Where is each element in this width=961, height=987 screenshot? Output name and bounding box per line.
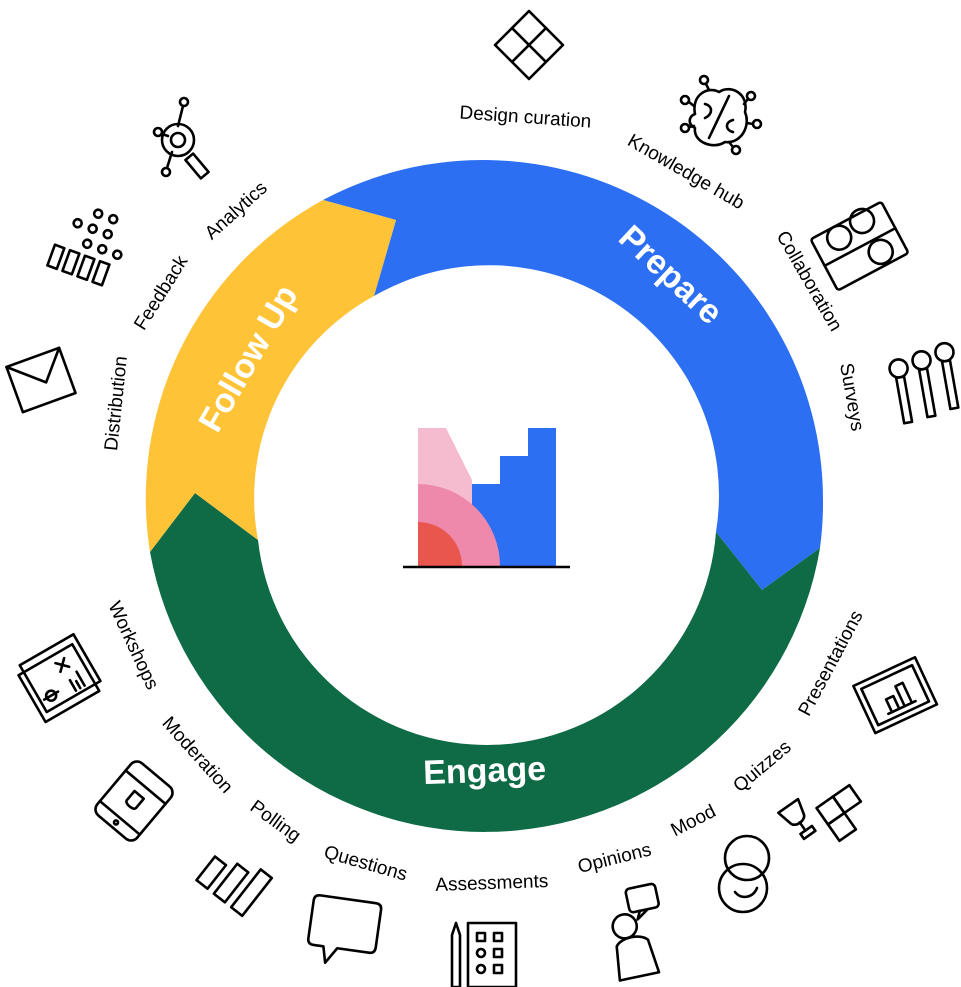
grid-squares-icon: [493, 9, 565, 81]
prepare-segment: [323, 159, 824, 591]
presentation-board-icon: [852, 655, 939, 735]
cycle-diagram: Prepare Engage Follow Up Design curation…: [5, 9, 960, 987]
brain-icon: [679, 74, 763, 156]
checklist-pen-icon: [450, 921, 518, 987]
speech-bubble-icon: [306, 893, 383, 965]
engage-label: Engage: [423, 750, 547, 792]
face-icon: [717, 834, 771, 914]
label-analytics: Analytics: [201, 178, 272, 244]
label-opinions: Opinions: [576, 839, 654, 878]
label-design-curation: Design curation: [459, 102, 592, 132]
label-quizzes: Quizzes: [729, 737, 795, 797]
envelope-icon: [5, 346, 77, 414]
label-surveys: Surveys: [835, 361, 868, 432]
label-polling: Polling: [246, 796, 304, 847]
label-mood: Mood: [668, 801, 720, 841]
people-group-icon: [810, 201, 909, 291]
person-speech-icon: [611, 882, 661, 982]
label-collaboration: Collaboration: [772, 228, 846, 335]
analytics-magnifier-icon: [152, 96, 210, 180]
label-feedback: Feedback: [130, 252, 192, 334]
label-distribution: Distribution: [101, 355, 132, 452]
label-presentations: Presentations: [795, 607, 868, 719]
label-workshops: Workshops: [103, 598, 162, 693]
dots-bars-icon: [46, 208, 123, 287]
follow-up-segment: [145, 200, 396, 552]
trophy-puzzle-icon: [777, 783, 863, 843]
label-questions: Questions: [322, 842, 410, 886]
bar-chart-icon: [195, 855, 274, 918]
label-assessments: Assessments: [435, 871, 549, 896]
whiteboard-icon: [17, 632, 102, 724]
pins-icon: [888, 341, 960, 425]
tablet-icon: [94, 760, 174, 842]
center-logo: [403, 428, 570, 569]
